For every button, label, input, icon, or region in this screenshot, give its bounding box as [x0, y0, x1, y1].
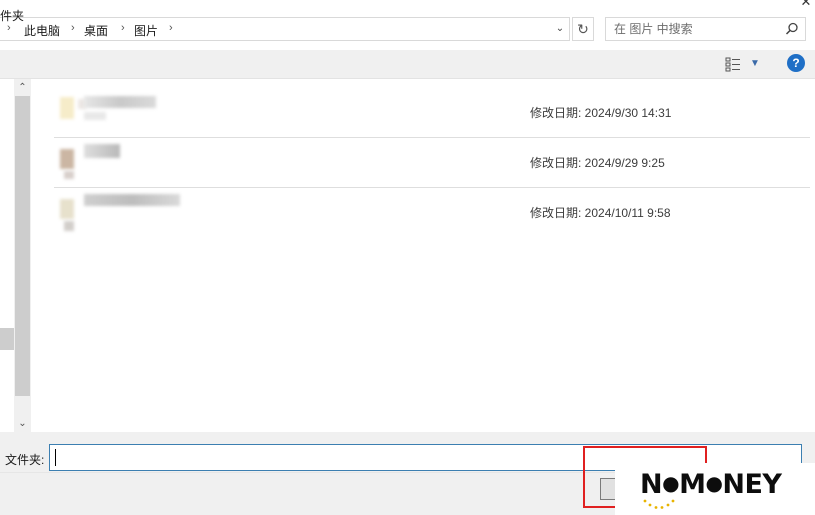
search-box[interactable] [605, 17, 806, 41]
chevron-down-icon[interactable]: ⌄ [552, 20, 568, 38]
chevron-right-icon[interactable]: › [169, 22, 173, 34]
scroll-up-icon[interactable]: ⌃ [14, 80, 31, 96]
close-icon[interactable]: ✕ [796, 0, 815, 9]
list-item[interactable]: 修改日期: 2024/9/29 9:25 [54, 138, 810, 188]
watermark-logo: N●M●NEY [615, 463, 815, 515]
folder-field-label: 文件夹: [5, 453, 45, 467]
text-caret [55, 449, 56, 466]
smile-dots-icon [643, 499, 675, 509]
view-details-icon[interactable] [723, 55, 745, 73]
scroll-down-icon[interactable]: ⌄ [14, 416, 31, 432]
breadcrumb-pictures[interactable]: 图片 [134, 22, 158, 39]
file-name-redacted [84, 96, 156, 108]
file-modified-date: 修改日期: 2024/9/30 14:31 [530, 106, 672, 120]
file-name-redacted [84, 144, 120, 158]
file-modified-date: 修改日期: 2024/10/11 9:58 [530, 206, 671, 220]
file-thumbnail [58, 195, 86, 231]
watermark-text: N●M●NEY [640, 469, 782, 500]
refresh-button[interactable]: ↻ [572, 17, 594, 41]
list-item[interactable]: 修改日期: 2024/9/30 14:31 [54, 88, 810, 138]
toolbar [0, 50, 815, 79]
file-name-redacted [84, 112, 106, 120]
chevron-right-icon[interactable]: › [71, 22, 75, 34]
new-folder-button[interactable]: 件夹 [0, 7, 24, 24]
search-input[interactable] [610, 20, 788, 38]
refresh-icon: ↻ [577, 21, 589, 37]
scrollbar-thumb[interactable] [15, 96, 30, 396]
file-thumbnail [58, 145, 86, 179]
file-modified-date: 修改日期: 2024/9/29 9:25 [530, 156, 665, 170]
file-name-redacted [84, 194, 180, 206]
breadcrumb-this-pc[interactable]: 此电脑 [24, 22, 60, 39]
chevron-right-icon[interactable]: › [121, 22, 125, 34]
breadcrumb-desktop[interactable]: 桌面 [84, 22, 108, 39]
help-button[interactable]: ? [787, 54, 805, 72]
address-bar[interactable]: › 此电脑 › 桌面 › 图片 › [0, 17, 570, 41]
navigation-pane-edge [0, 328, 14, 350]
file-thumbnail [58, 95, 86, 123]
search-icon[interactable] [785, 22, 799, 36]
list-item[interactable]: 修改日期: 2024/10/11 9:58 [54, 188, 810, 237]
view-dropdown-icon[interactable]: ▼ [748, 56, 762, 72]
